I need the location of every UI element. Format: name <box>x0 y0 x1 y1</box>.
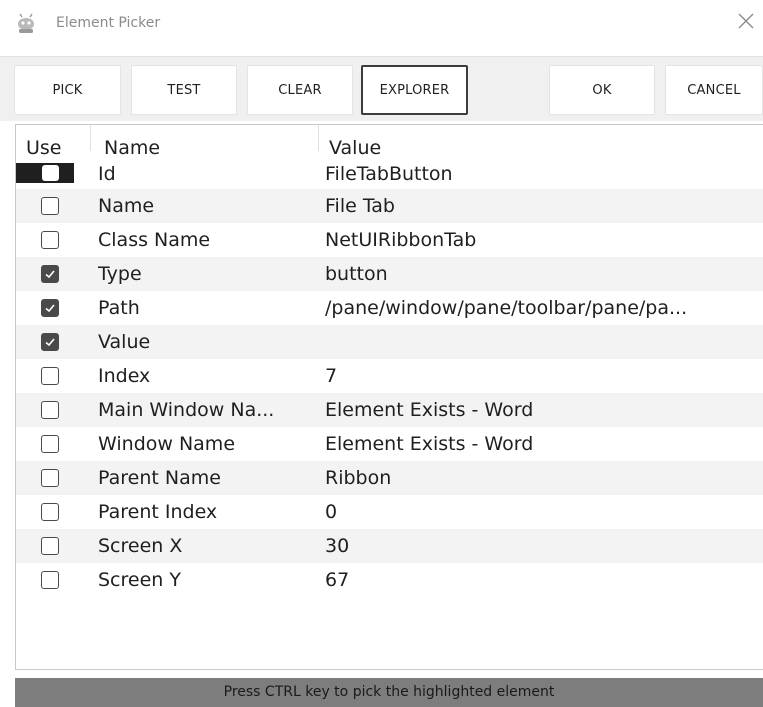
use-checkbox[interactable] <box>41 537 59 555</box>
property-name: Id <box>98 163 116 185</box>
table-row[interactable]: Path/pane/window/pane/toolbar/pane/pa... <box>16 291 763 325</box>
table-row[interactable]: Id FileTabButton <box>16 159 763 189</box>
use-checkbox[interactable] <box>41 571 59 589</box>
use-checkbox-checked[interactable] <box>41 299 59 317</box>
use-checkbox[interactable] <box>41 435 59 453</box>
header-value[interactable]: Value <box>329 133 629 157</box>
property-value[interactable]: 30 <box>325 529 763 563</box>
toolbar: PICK TEST CLEAR EXPLORER OK CANCEL <box>0 56 763 121</box>
robot-icon <box>14 12 38 36</box>
table-row[interactable]: Screen Y 67 <box>16 563 763 597</box>
use-checkbox[interactable] <box>41 197 59 215</box>
property-value[interactable] <box>325 325 763 359</box>
close-button[interactable] <box>729 6 763 40</box>
property-name: Index <box>98 365 151 387</box>
checkbox-box <box>42 165 59 181</box>
property-name: Main Window Na... <box>98 399 275 421</box>
property-name: Value <box>98 331 151 353</box>
table-row[interactable]: Parent Index 0 <box>16 495 763 529</box>
property-value[interactable]: Element Exists - Word <box>325 393 763 427</box>
property-name: Type <box>98 263 142 285</box>
table-row[interactable]: Type button <box>16 257 763 291</box>
property-name: Path <box>98 297 140 319</box>
table-row[interactable]: Parent Name Ribbon <box>16 461 763 495</box>
test-button[interactable]: TEST <box>131 65 237 115</box>
table-row[interactable]: Index 7 <box>16 359 763 393</box>
use-checkbox[interactable] <box>41 231 59 249</box>
pick-button[interactable]: PICK <box>14 65 121 115</box>
use-checkbox[interactable] <box>41 469 59 487</box>
property-name: Class Name <box>98 229 211 251</box>
table-row[interactable]: Class Name NetUIRibbonTab <box>16 223 763 257</box>
table-row[interactable]: Main Window Na... Element Exists - Word <box>16 393 763 427</box>
window-title: Element Picker <box>56 15 161 31</box>
property-value[interactable]: File Tab <box>325 189 763 223</box>
use-checkbox[interactable] <box>41 401 59 419</box>
property-name: Screen X <box>98 535 183 557</box>
use-checkbox[interactable] <box>16 163 74 183</box>
property-value[interactable]: 7 <box>325 359 763 393</box>
column-divider[interactable] <box>318 125 319 151</box>
table-row[interactable]: Name File Tab <box>16 189 763 223</box>
property-name: Screen Y <box>98 569 181 591</box>
property-name: Parent Index <box>98 501 218 523</box>
title-bar: Element Picker <box>0 0 763 50</box>
property-value[interactable]: Ribbon <box>325 461 763 495</box>
column-divider[interactable] <box>90 125 91 151</box>
table-row[interactable]: Value <box>16 325 763 359</box>
property-value[interactable]: Element Exists - Word <box>325 427 763 461</box>
use-checkbox-checked[interactable] <box>41 333 59 351</box>
cancel-button[interactable]: CANCEL <box>665 65 763 115</box>
property-grid: Use Name Value Id FileTabButton Name File T… <box>15 124 763 670</box>
element-picker-window: Element Picker PICK TEST CLEAR EXPLORER … <box>0 0 763 707</box>
property-name: Window Name <box>98 433 236 455</box>
header-use[interactable]: Use <box>26 133 86 157</box>
property-value[interactable]: /pane/window/pane/toolbar/pane/pa... <box>325 291 763 325</box>
close-icon <box>737 12 755 34</box>
property-value[interactable]: NetUIRibbonTab <box>325 223 763 257</box>
property-value[interactable]: 67 <box>325 563 763 597</box>
property-value[interactable]: FileTabButton <box>325 159 763 189</box>
status-bar: Press CTRL key to pick the highlighted e… <box>15 678 763 707</box>
property-name: Name <box>98 195 155 217</box>
explorer-button[interactable]: EXPLORER <box>361 65 468 115</box>
use-checkbox[interactable] <box>41 503 59 521</box>
grid-header: Use Name Value <box>16 125 763 157</box>
property-name: Parent Name <box>98 467 221 489</box>
ok-button[interactable]: OK <box>549 65 655 115</box>
grid-rows: Id FileTabButton Name File Tab Class Name Net… <box>16 159 763 597</box>
table-row[interactable]: Screen X 30 <box>16 529 763 563</box>
property-value[interactable]: 0 <box>325 495 763 529</box>
property-value[interactable]: button <box>325 257 763 291</box>
clear-button[interactable]: CLEAR <box>247 65 353 115</box>
use-checkbox-checked[interactable] <box>41 265 59 283</box>
use-checkbox[interactable] <box>41 367 59 385</box>
header-name[interactable]: Name <box>104 133 304 157</box>
table-row[interactable]: Window Name Element Exists - Word <box>16 427 763 461</box>
